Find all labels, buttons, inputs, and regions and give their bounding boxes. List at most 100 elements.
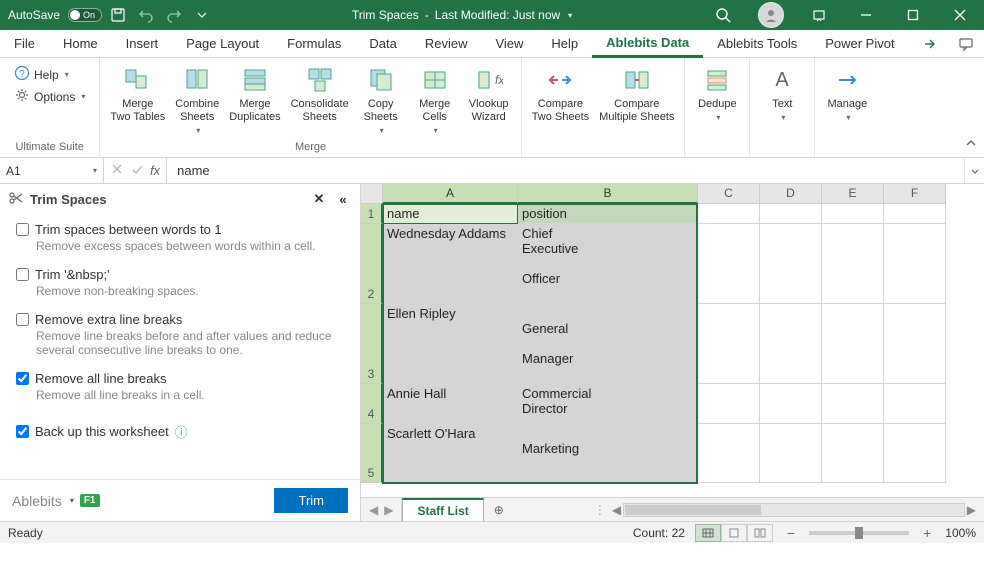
option-checkbox-label[interactable]: Remove all line breaks bbox=[16, 371, 344, 386]
user-account-icon[interactable] bbox=[758, 2, 784, 28]
view-page-break-button[interactable] bbox=[747, 524, 773, 542]
option-checkbox-label[interactable]: Trim spaces between words to 1 bbox=[16, 222, 344, 237]
tab-data[interactable]: Data bbox=[355, 30, 410, 57]
tab-insert[interactable]: Insert bbox=[112, 30, 173, 57]
cell-A4[interactable]: Annie Hall bbox=[383, 384, 518, 424]
cell-A1[interactable]: name bbox=[383, 204, 518, 224]
minimize-button[interactable] bbox=[843, 0, 888, 30]
col-header-D[interactable]: D bbox=[760, 184, 822, 204]
cell-C1[interactable] bbox=[698, 204, 760, 224]
cell-A2[interactable]: Wednesday Addams bbox=[383, 224, 518, 304]
checkbox[interactable] bbox=[16, 425, 29, 438]
option-checkbox-label[interactable]: Back up this worksheet ⓘ bbox=[16, 422, 344, 441]
fx-icon[interactable]: fx bbox=[150, 163, 160, 178]
cell-F2[interactable] bbox=[884, 224, 946, 304]
expand-formula-bar-icon[interactable] bbox=[964, 158, 984, 183]
hscroll-left-icon[interactable]: ◀ bbox=[610, 503, 623, 517]
cell-C2[interactable] bbox=[698, 224, 760, 304]
zoom-level[interactable]: 100% bbox=[945, 526, 976, 540]
checkbox[interactable] bbox=[16, 313, 29, 326]
sheet-grid[interactable]: A B C D E F 1 2 3 4 5 name bbox=[361, 184, 984, 497]
cell-F4[interactable] bbox=[884, 384, 946, 424]
compare-multiple-sheets-button[interactable]: Compare Multiple Sheets bbox=[595, 62, 678, 126]
tab-view[interactable]: View bbox=[481, 30, 537, 57]
ribbon-display-options-icon[interactable] bbox=[796, 0, 841, 30]
select-all-corner[interactable] bbox=[361, 184, 383, 204]
trim-button[interactable]: Trim bbox=[274, 488, 348, 513]
combine-sheets-button[interactable]: Combine Sheets▾ bbox=[171, 62, 223, 139]
collapse-ribbon-icon[interactable] bbox=[964, 136, 978, 153]
col-header-F[interactable]: F bbox=[884, 184, 946, 204]
collapse-pane-icon[interactable]: « bbox=[334, 190, 352, 208]
zoom-slider[interactable] bbox=[809, 531, 909, 535]
maximize-button[interactable] bbox=[890, 0, 935, 30]
cell-B3[interactable]: General Manager bbox=[518, 304, 698, 384]
cell-A3[interactable]: Ellen Ripley bbox=[383, 304, 518, 384]
cell-C3[interactable] bbox=[698, 304, 760, 384]
tab-ablebits-data[interactable]: Ablebits Data bbox=[592, 30, 703, 58]
name-box[interactable]: A1 ▾ bbox=[0, 158, 104, 183]
row-header-4[interactable]: 4 bbox=[361, 384, 383, 424]
cell-D1[interactable] bbox=[760, 204, 822, 224]
tab-help[interactable]: Help bbox=[537, 30, 592, 57]
tab-formulas[interactable]: Formulas bbox=[273, 30, 355, 57]
info-icon[interactable]: ⓘ bbox=[175, 422, 188, 441]
tab-home[interactable]: Home bbox=[49, 30, 112, 57]
col-header-C[interactable]: C bbox=[698, 184, 760, 204]
tab-page-layout[interactable]: Page Layout bbox=[172, 30, 273, 57]
row-header-5[interactable]: 5 bbox=[361, 424, 383, 483]
cell-C4[interactable] bbox=[698, 384, 760, 424]
sheet-nav-next-icon[interactable]: ▶ bbox=[384, 503, 393, 517]
tab-file[interactable]: File bbox=[0, 30, 49, 57]
cell-D4[interactable] bbox=[760, 384, 822, 424]
merge-two-tables-button[interactable]: Merge Two Tables bbox=[106, 62, 169, 126]
vlookup-wizard-button[interactable]: fxVlookup Wizard bbox=[463, 62, 515, 126]
chevron-down-icon[interactable]: ▾ bbox=[568, 11, 572, 20]
sheet-tab-staff-list[interactable]: Staff List bbox=[402, 498, 483, 521]
cell-B4[interactable]: Commercial Director bbox=[518, 384, 698, 424]
col-header-E[interactable]: E bbox=[822, 184, 884, 204]
options-button[interactable]: Options ▾ bbox=[10, 86, 89, 107]
option-checkbox-label[interactable]: Trim '&nbsp;' bbox=[16, 267, 344, 282]
col-header-A[interactable]: A bbox=[383, 184, 518, 204]
f1-badge[interactable]: F1 bbox=[80, 494, 100, 507]
merge-duplicates-button[interactable]: Merge Duplicates bbox=[225, 62, 284, 126]
cell-B1[interactable]: position bbox=[518, 204, 698, 224]
checkbox[interactable] bbox=[16, 223, 29, 236]
cell-F1[interactable] bbox=[884, 204, 946, 224]
hscroll-separator[interactable]: ⋮ bbox=[594, 503, 610, 517]
tab-power-pivot[interactable]: Power Pivot bbox=[811, 30, 908, 57]
redo-icon[interactable] bbox=[162, 3, 186, 27]
compare-two-sheets-button[interactable]: Compare Two Sheets bbox=[528, 62, 593, 126]
autosave-toggle[interactable]: On bbox=[68, 8, 102, 22]
row-header-3[interactable]: 3 bbox=[361, 304, 383, 384]
zoom-in-button[interactable]: + bbox=[919, 525, 935, 541]
doc-status[interactable]: Last Modified: Just now bbox=[435, 8, 560, 22]
ablebits-brand[interactable]: Ablebits ▾ F1 bbox=[12, 493, 100, 509]
tab-ablebits-tools[interactable]: Ablebits Tools bbox=[703, 30, 811, 57]
row-header-1[interactable]: 1 bbox=[361, 204, 383, 224]
cancel-formula-icon[interactable] bbox=[110, 162, 124, 179]
formula-input[interactable]: name bbox=[167, 158, 964, 183]
close-button[interactable] bbox=[937, 0, 982, 30]
add-sheet-button[interactable]: ⊕ bbox=[484, 498, 514, 521]
tab-review[interactable]: Review bbox=[411, 30, 482, 57]
option-checkbox-label[interactable]: Remove extra line breaks bbox=[16, 312, 344, 327]
zoom-out-button[interactable]: − bbox=[783, 525, 799, 541]
qat-customize-icon[interactable] bbox=[190, 3, 214, 27]
cell-D2[interactable] bbox=[760, 224, 822, 304]
checkbox[interactable] bbox=[16, 268, 29, 281]
cell-E5[interactable] bbox=[822, 424, 884, 483]
search-icon[interactable] bbox=[710, 2, 736, 28]
consolidate-sheets-button[interactable]: Consolidate Sheets bbox=[287, 62, 353, 126]
cell-E4[interactable] bbox=[822, 384, 884, 424]
horizontal-scrollbar[interactable] bbox=[623, 503, 965, 517]
cell-A5[interactable]: Scarlett O'Hara bbox=[383, 424, 518, 483]
close-pane-icon[interactable]: ✕ bbox=[310, 190, 328, 208]
cell-C5[interactable] bbox=[698, 424, 760, 483]
cell-E3[interactable] bbox=[822, 304, 884, 384]
hscroll-right-icon[interactable]: ▶ bbox=[965, 503, 978, 517]
cell-D3[interactable] bbox=[760, 304, 822, 384]
merge-cells-button[interactable]: Merge Cells▾ bbox=[409, 62, 461, 139]
cell-F5[interactable] bbox=[884, 424, 946, 483]
